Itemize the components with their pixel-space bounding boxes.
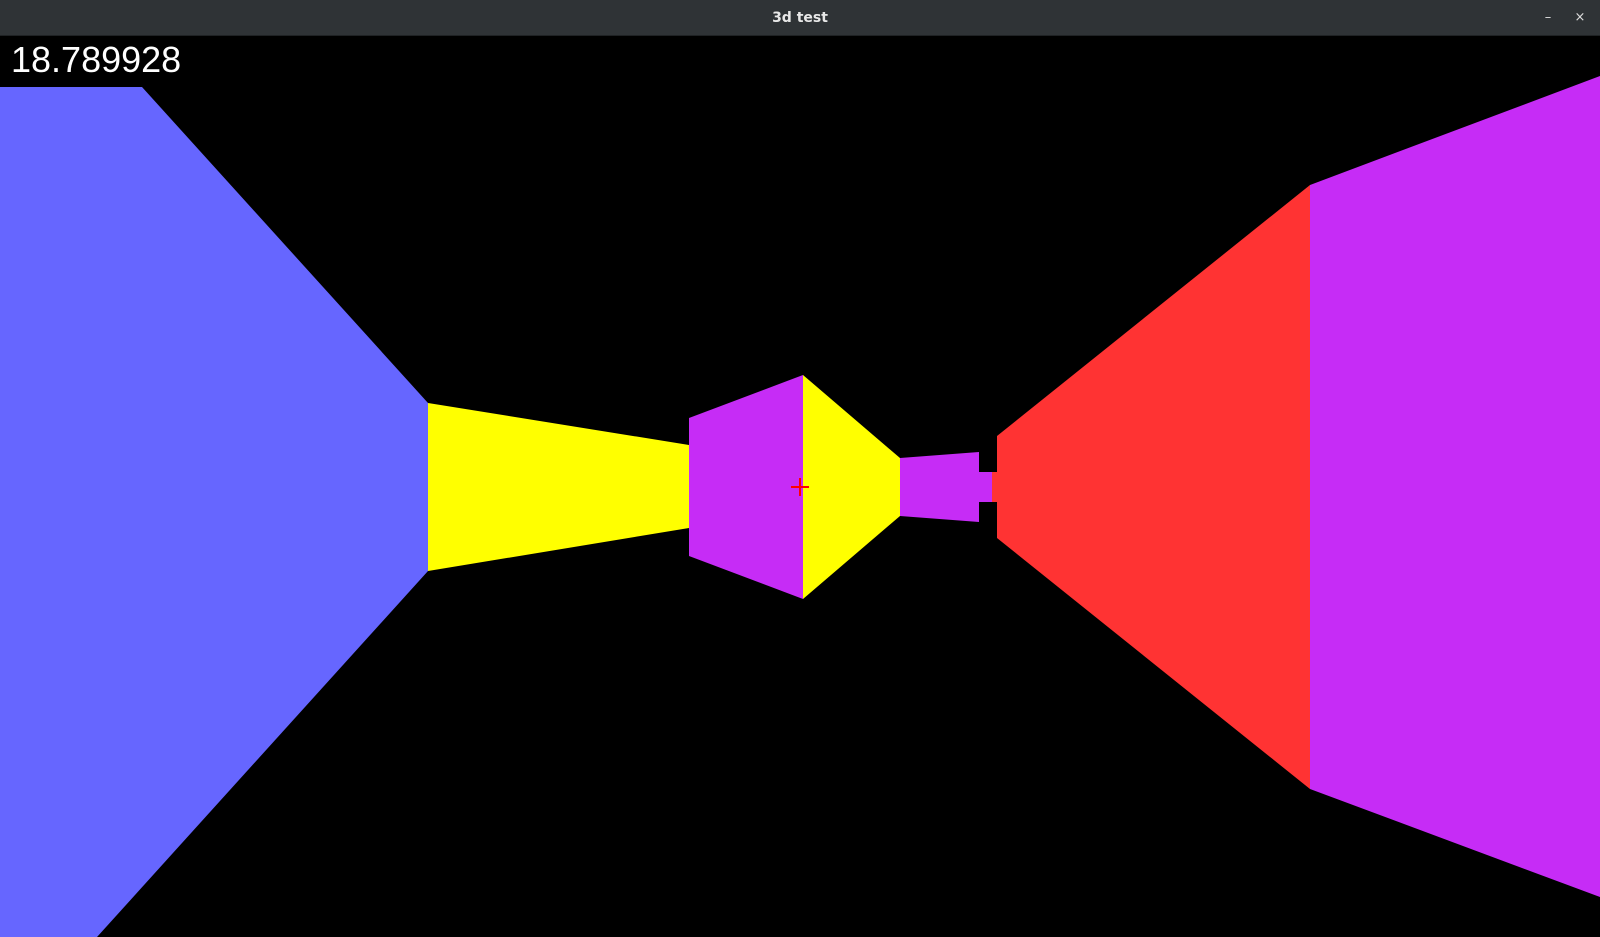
scene-canvas <box>0 36 1600 937</box>
wall-far-purple <box>900 452 979 522</box>
app-window: 3d test – × 18.789928 <box>0 0 1600 937</box>
wall-notch-purple <box>979 472 992 502</box>
close-button[interactable]: × <box>1568 6 1592 30</box>
title-bar[interactable]: 3d test – × <box>0 0 1600 36</box>
game-viewport[interactable]: 18.789928 <box>0 36 1600 937</box>
minimize-button[interactable]: – <box>1536 6 1560 30</box>
window-title: 3d test <box>772 10 828 26</box>
wall-right-purple <box>1310 76 1600 897</box>
hud-value: 18.789928 <box>11 39 182 80</box>
